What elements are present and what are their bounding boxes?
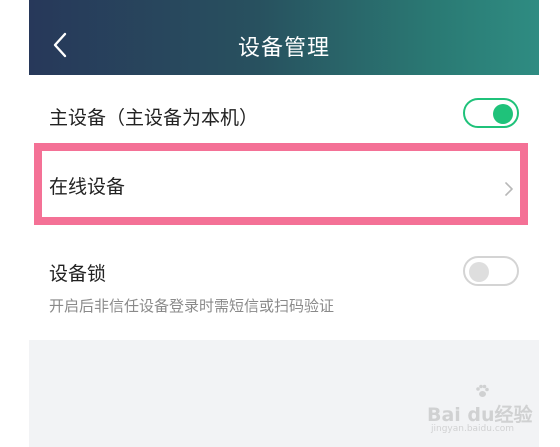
main-device-label: 主设备（主设备为本机）: [49, 107, 259, 129]
phone-screen: 设备管理 主设备（主设备为本机） 在线设备 设备锁 开启后非信任设备登录时需短信…: [29, 0, 539, 447]
device-lock-toggle[interactable]: [463, 256, 519, 286]
device-lock-row: 设备锁 开启后非信任设备登录时需短信或扫码验证: [29, 250, 539, 330]
toggle-knob: [493, 104, 513, 124]
page-title: 设备管理: [237, 36, 330, 61]
watermark-url: jingyan.baidu.com: [431, 424, 515, 434]
status-bar-remnant: [29, 0, 539, 4]
device-lock-label: 设备锁: [49, 263, 107, 285]
online-devices-row[interactable]: 在线设备: [34, 151, 528, 217]
title-bar: 设备管理: [29, 0, 539, 75]
watermark-brand: Bai du经验: [427, 404, 533, 426]
screenshot-canvas: 设备管理 主设备（主设备为本机） 在线设备 设备锁 开启后非信任设备登录时需短信…: [0, 0, 560, 447]
toggle-knob: [469, 262, 489, 282]
main-device-toggle[interactable]: [463, 98, 519, 128]
online-devices-label: 在线设备: [49, 176, 126, 198]
chevron-right-icon: [505, 182, 513, 196]
device-lock-description: 开启后非信任设备登录时需短信或扫码验证: [49, 297, 335, 315]
paw-icon: [476, 384, 489, 397]
baidu-jingyan-watermark: Bai du经验 jingyan.baidu.com: [427, 384, 537, 434]
